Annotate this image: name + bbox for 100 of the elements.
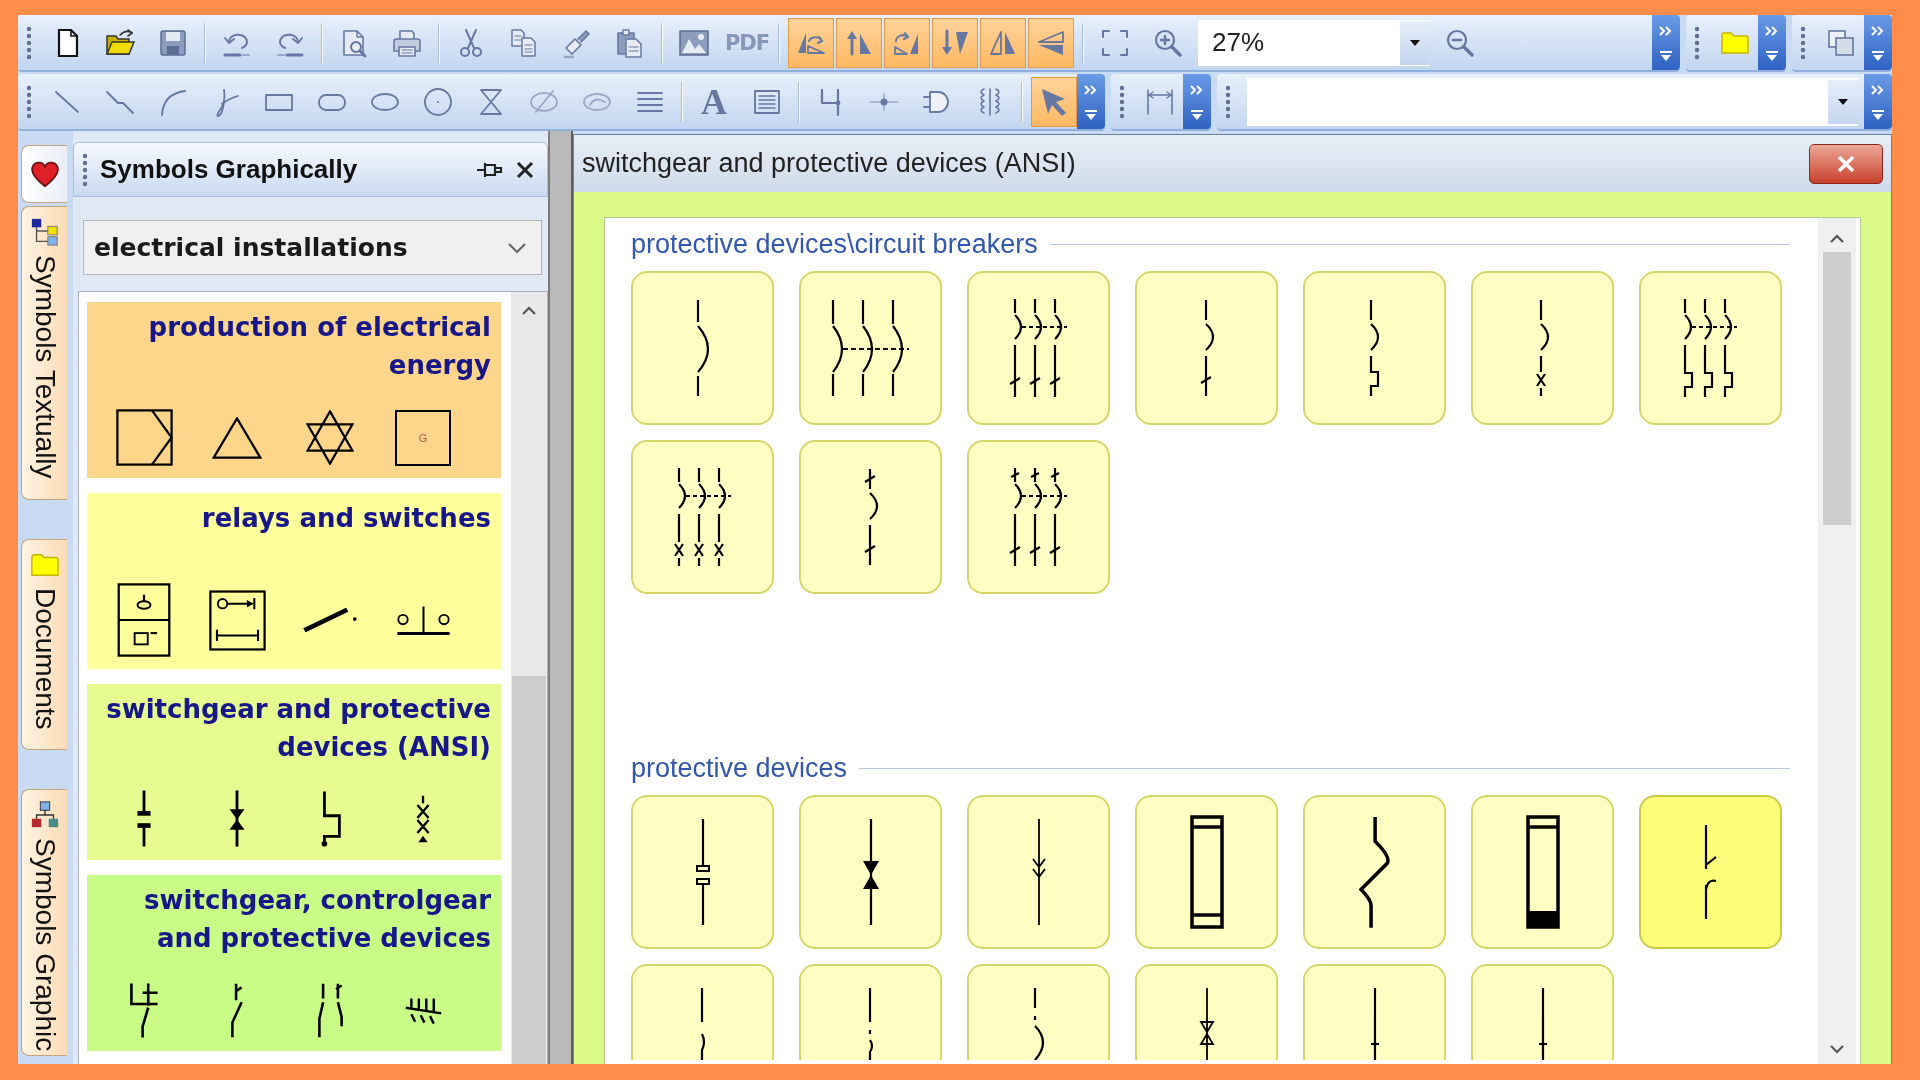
circle-icon <box>422 85 454 118</box>
toolbar-options-button[interactable] <box>1652 15 1680 70</box>
slanted-switch-line-icon[interactable] <box>231 982 243 1039</box>
pointer-tool-button[interactable] <box>1031 76 1077 127</box>
side-tab[interactable]: Symbols Textually <box>21 206 67 500</box>
side-tab[interactable]: Symbols Graphic <box>21 789 67 1057</box>
relay-box-icon[interactable] <box>117 583 171 657</box>
linked-breakers-icon <box>830 298 911 398</box>
favorites-tab[interactable] <box>21 145 67 203</box>
symbol-tile[interactable] <box>967 271 1110 425</box>
flip-up-button[interactable] <box>836 17 882 68</box>
symbol-tile[interactable] <box>799 964 942 1060</box>
scrollbar-thumb[interactable] <box>1823 252 1851 525</box>
breaker-with-tick-icon <box>1198 298 1215 398</box>
scroll-down-icon[interactable] <box>1829 1044 1845 1054</box>
chevron-down-icon <box>507 241 527 254</box>
symbol-tile[interactable] <box>631 271 774 425</box>
double-tick-breaker-icon <box>862 467 879 567</box>
category-card[interactable]: relays and switches <box>87 493 501 669</box>
toolbar-grip[interactable] <box>1694 25 1700 60</box>
scrollbar-thumb[interactable] <box>512 676 546 1064</box>
symbol-tile[interactable] <box>1639 271 1782 425</box>
combo-field[interactable] <box>1247 77 1858 126</box>
three-pole-double-tick-icon <box>1008 466 1069 568</box>
breaker-symbol-icon <box>695 298 710 398</box>
symbol-tile[interactable] <box>1471 964 1614 1060</box>
triangle-icon[interactable] <box>212 416 262 459</box>
zoom-combo[interactable]: 27% <box>1198 19 1430 66</box>
close-button[interactable] <box>515 159 535 180</box>
symbol-tile[interactable] <box>1303 271 1446 425</box>
dialog-title: switchgear and protective devices (ANSI) <box>582 148 1076 179</box>
disconnector-symbol-icon[interactable] <box>129 982 159 1039</box>
category-card[interactable]: switchgear and protective devices (ANSI) <box>87 684 501 860</box>
category-card[interactable]: production of electrical energy G <box>87 302 501 478</box>
flip-button[interactable] <box>1028 17 1074 68</box>
symbol-tile[interactable] <box>1135 271 1278 425</box>
toolbar-grip[interactable] <box>26 25 32 60</box>
toolbar-grip[interactable] <box>26 84 32 119</box>
side-tab[interactable]: Documents <box>21 538 67 751</box>
dotted-arc-icon <box>1032 986 1045 1060</box>
scroll-up-icon[interactable] <box>1829 234 1845 244</box>
arrester-symbol-icon[interactable] <box>228 789 246 848</box>
symbol-tile[interactable] <box>967 964 1110 1060</box>
comb-symbol-icon[interactable] <box>403 996 443 1025</box>
symbol-tile[interactable] <box>1471 271 1614 425</box>
spark-gap-icon[interactable] <box>136 789 152 848</box>
symbol-tile[interactable] <box>1303 795 1446 949</box>
panel-grip[interactable] <box>82 152 88 187</box>
category-card[interactable]: switchgear, controlgear and protective devices <box>87 875 501 1051</box>
symbol-tile[interactable] <box>1135 795 1278 949</box>
dropdown-button[interactable] <box>1828 79 1858 124</box>
toolbar-options-button[interactable] <box>1758 15 1786 70</box>
category-title: production of electrical energy <box>147 311 491 382</box>
line-symbol-icon <box>1536 986 1549 1060</box>
panel-splitter[interactable] <box>548 131 573 1064</box>
panel-title: Symbols Graphically <box>100 154 358 185</box>
category-dropdown[interactable]: electrical installations <box>83 220 542 275</box>
breaker-with-cross-icon <box>1535 298 1550 398</box>
toolbar-options-button[interactable] <box>1864 15 1892 70</box>
caret-down-icon <box>1409 38 1421 47</box>
toolbar-grip[interactable] <box>1800 25 1806 60</box>
symbol-tile[interactable] <box>631 440 774 594</box>
spark-gap-icon <box>694 817 711 927</box>
mirror-button[interactable] <box>980 17 1026 68</box>
rotate-right-button[interactable] <box>884 17 930 68</box>
symbol-tile[interactable] <box>1471 795 1614 949</box>
symbol-tile[interactable] <box>631 964 774 1060</box>
toolbar-options-button[interactable] <box>1183 74 1211 129</box>
toolbar-options-button[interactable] <box>1077 74 1105 129</box>
timer-box-icon[interactable] <box>208 589 266 651</box>
symbol-tile[interactable] <box>799 795 942 949</box>
symbol-tile[interactable] <box>631 795 774 949</box>
tree-squares-icon <box>29 217 60 247</box>
dialog-close-button[interactable] <box>1809 143 1883 184</box>
contact-pair-icon[interactable] <box>395 605 451 635</box>
scroll-up-icon[interactable] <box>521 306 537 316</box>
line-symbol-icon <box>1368 986 1381 1060</box>
symbol-tile[interactable] <box>1303 964 1446 1060</box>
toolbar-grip[interactable] <box>1225 84 1231 119</box>
box-chevron-icon[interactable] <box>115 409 173 466</box>
three-pole-cross-breaker-icon <box>672 466 733 568</box>
symbol-tile[interactable] <box>799 271 942 425</box>
toolbar-grip[interactable] <box>1119 84 1125 119</box>
flip-down-button[interactable] <box>932 17 978 68</box>
rotate-left-button[interactable] <box>788 17 834 68</box>
toolbar-options-button[interactable] <box>1864 74 1892 129</box>
symbol-tile[interactable] <box>799 440 942 594</box>
step-line-icon[interactable] <box>319 789 341 848</box>
slanted-switch-icon[interactable] <box>302 608 358 632</box>
symbol-tile[interactable] <box>1135 964 1278 1060</box>
cross-marks-icon[interactable] <box>416 793 430 844</box>
hexagram-icon[interactable] <box>306 410 354 465</box>
symbol-tile[interactable] <box>1639 795 1782 949</box>
open-contact-icon <box>1703 823 1718 921</box>
symbol-tile[interactable] <box>967 440 1110 594</box>
symbol-tile[interactable] <box>967 795 1110 949</box>
dotted-line-icon <box>867 986 874 1060</box>
broken-line-icon <box>699 986 706 1060</box>
dropdown-button[interactable] <box>1400 20 1430 65</box>
double-switch-icon[interactable] <box>317 982 343 1039</box>
